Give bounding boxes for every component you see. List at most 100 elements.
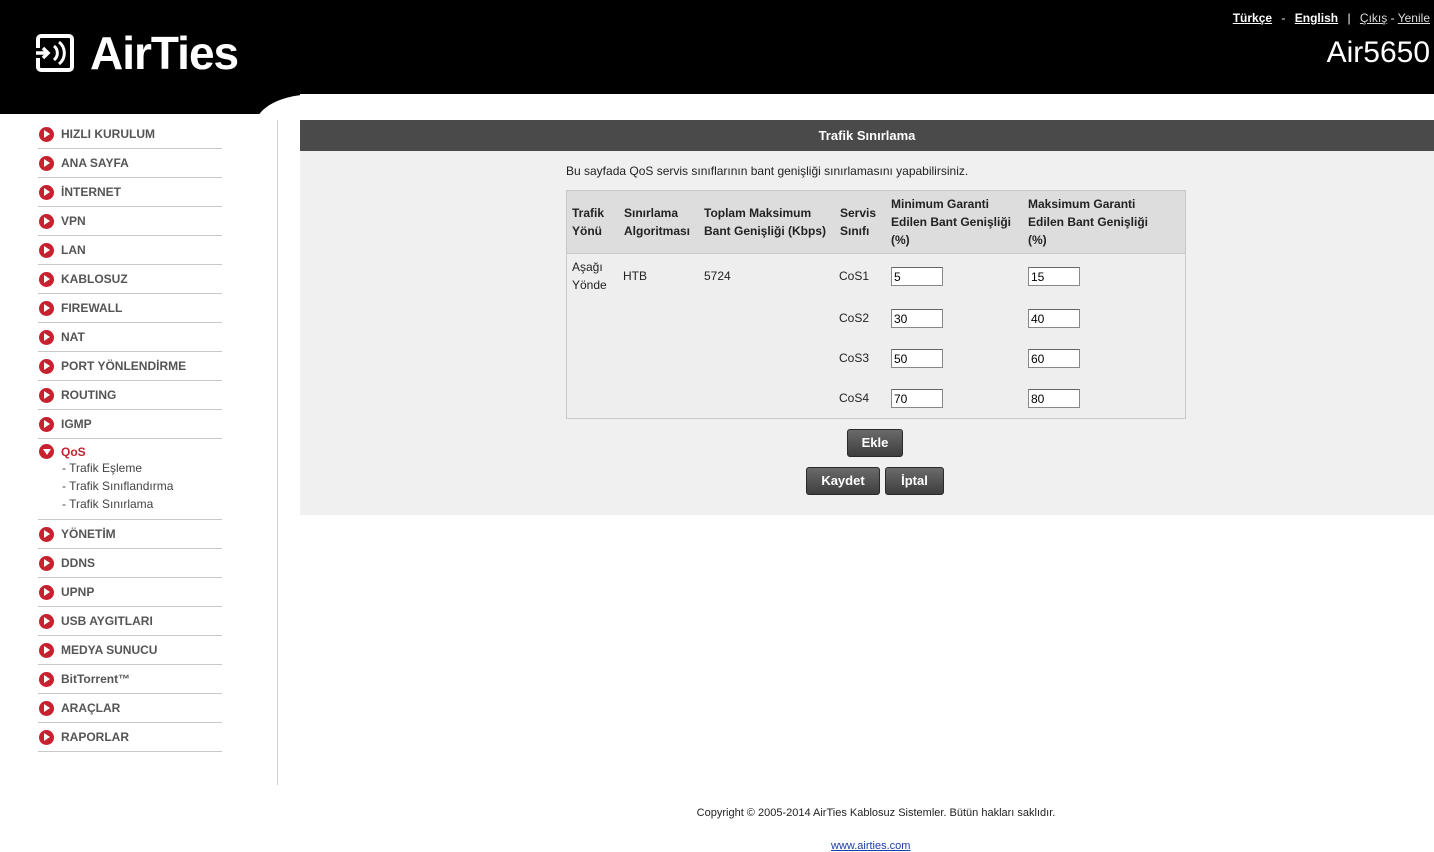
arrow-right-icon [39, 700, 54, 716]
sidebar-item-label: BitTorrent™ [61, 672, 131, 686]
sidebar-item-usb-aygitlari[interactable]: USB AYGITLARI [38, 607, 222, 636]
sidebar-item-label: RAPORLAR [61, 730, 129, 744]
column-header-max-guaranteed: Maksimum Garanti Edilen Bant Genişliği (%) [1028, 197, 1149, 247]
arrow-right-icon [39, 155, 54, 171]
qos-limit-table: Trafik Yönü Sınırlama Algoritması Toplam M… [566, 190, 1186, 419]
save-button[interactable]: Kaydet [806, 467, 880, 495]
sidebar-item-label: VPN [61, 214, 86, 228]
sidebar-item-araclar[interactable]: ARAÇLAR [38, 694, 222, 723]
cell-direction: Aşağı Yönde [572, 260, 607, 292]
sidebar-item-internet[interactable]: İNTERNET [38, 178, 222, 207]
arrow-right-icon [39, 387, 54, 403]
sidebar-item-label: ROUTING [61, 388, 117, 402]
page-description: Bu sayfada QoS servis sınıflarının bant … [566, 164, 969, 178]
main-panel: Trafik Sınırlama Bu sayfada QoS servis s… [300, 120, 1434, 515]
max-bandwidth-input-cos3[interactable] [1028, 349, 1080, 368]
arrow-down-icon [39, 444, 54, 459]
arrow-right-icon [39, 329, 54, 345]
sidebar-item-label: YÖNETİM [61, 527, 116, 541]
arrow-right-icon [39, 642, 54, 658]
separator: - [1390, 11, 1395, 25]
sidebar-item-hizli-kurulum[interactable]: HIZLI KURULUM [38, 120, 222, 149]
sidebar-item-ana-sayfa[interactable]: ANA SAYFA [38, 149, 222, 178]
airties-logo: AirTies [34, 27, 239, 79]
sidebar-item-label: QoS [61, 444, 86, 459]
sidebar-item-nat[interactable]: NAT [38, 323, 222, 352]
cell-algorithm: HTB [623, 269, 647, 283]
min-bandwidth-input-cos1[interactable] [891, 267, 943, 286]
sidebar-item-label: KABLOSUZ [61, 272, 128, 286]
max-bandwidth-input-cos2[interactable] [1028, 309, 1080, 328]
submenu-trafik-siniflandirma[interactable]: - Trafik Sınıflandırma [62, 477, 173, 495]
airties-website-link[interactable]: www.airties.com [831, 840, 910, 852]
arrow-right-icon [39, 242, 54, 258]
min-bandwidth-input-cos4[interactable] [891, 389, 943, 408]
arrow-right-icon [39, 184, 54, 200]
min-bandwidth-input-cos3[interactable] [891, 349, 943, 368]
sidebar-item-ddns[interactable]: DDNS [38, 549, 222, 578]
sidebar-item-label: ARAÇLAR [61, 701, 121, 715]
submenu-trafik-sinirlama[interactable]: - Trafik Sınırlama [62, 495, 153, 513]
sidebar-item-qos[interactable]: QoS - Trafik Eşleme - Trafik Sınıflandır… [38, 439, 222, 520]
column-header-total-bandwidth: Toplam Maksimum Bant Genişliği (Kbps) [704, 206, 827, 238]
sidebar-item-label: IGMP [61, 417, 92, 431]
airties-logo-icon [34, 34, 74, 72]
brand-name: AirTies [90, 27, 239, 79]
arrow-right-icon [39, 526, 54, 542]
column-header-direction: Trafik Yönü [572, 206, 605, 238]
arrow-right-icon [39, 671, 54, 687]
max-bandwidth-input-cos4[interactable] [1028, 389, 1080, 408]
cell-total-bandwidth: 5724 [704, 269, 731, 283]
submenu-trafik-esleme[interactable]: - Trafik Eşleme [62, 459, 142, 477]
sidebar-item-kablosuz[interactable]: KABLOSUZ [38, 265, 222, 294]
cell-service-class: CoS1 [839, 269, 870, 283]
sidebar-item-medya-sunucu[interactable]: MEDYA SUNUCU [38, 636, 222, 665]
arrow-right-icon [39, 416, 54, 432]
lang-english-link[interactable]: English [1295, 11, 1338, 25]
sidebar-item-upnp[interactable]: UPNP [38, 578, 222, 607]
sidebar-item-firewall[interactable]: FIREWALL [38, 294, 222, 323]
sidebar-item-vpn[interactable]: VPN [38, 207, 222, 236]
sidebar-item-label: FIREWALL [61, 301, 123, 315]
min-bandwidth-input-cos2[interactable] [891, 309, 943, 328]
sidebar-item-label: NAT [61, 330, 85, 344]
cell-service-class: CoS3 [839, 351, 870, 365]
sidebar-item-label: PORT YÖNLENDİRME [61, 359, 187, 373]
sidebar-item-routing[interactable]: ROUTING [38, 381, 222, 410]
max-bandwidth-input-cos1[interactable] [1028, 267, 1080, 286]
model-name: Air5650 [1326, 36, 1430, 69]
lang-turkish-link[interactable]: Türkçe [1233, 11, 1272, 25]
arrow-right-icon [39, 555, 54, 571]
sidebar-item-lan[interactable]: LAN [38, 236, 222, 265]
sidebar-nav: HIZLI KURULUM ANA SAYFA İNTERNET VPN LAN… [38, 120, 222, 752]
sidebar-item-label: MEDYA SUNUCU [61, 643, 158, 657]
logout-link[interactable]: Çıkış [1360, 11, 1387, 25]
sidebar-item-bittorrent[interactable]: BitTorrent™ [38, 665, 222, 694]
sidebar-item-label: DDNS [61, 556, 96, 570]
sidebar-item-label: LAN [61, 243, 86, 257]
sidebar-item-label: UPNP [61, 585, 95, 599]
arrow-right-icon [39, 300, 54, 316]
sidebar-item-port-yonlendirme[interactable]: PORT YÖNLENDİRME [38, 352, 222, 381]
sidebar-item-igmp[interactable]: IGMP [38, 410, 222, 439]
separator: | [1347, 11, 1351, 25]
sidebar-item-raporlar[interactable]: RAPORLAR [38, 723, 222, 752]
sidebar-item-label: İNTERNET [61, 185, 121, 199]
column-header-service-class: Servis Sınıfı [840, 206, 877, 238]
arrow-right-icon [39, 126, 54, 142]
page-title: Trafik Sınırlama [300, 120, 1434, 151]
arrow-right-icon [39, 358, 54, 374]
add-button[interactable]: Ekle [847, 429, 903, 457]
arrow-right-icon [39, 271, 54, 287]
arrow-right-icon [39, 613, 54, 629]
column-header-algorithm: Sınırlama Algoritması [624, 206, 691, 238]
sidebar-item-label: ANA SAYFA [61, 156, 129, 170]
header-curve [0, 94, 376, 134]
sidebar-item-yonetim[interactable]: YÖNETİM [38, 520, 222, 549]
arrow-right-icon [39, 729, 54, 745]
arrow-right-icon [39, 213, 54, 229]
refresh-link[interactable]: Yenile [1398, 11, 1430, 25]
cancel-button[interactable]: İptal [885, 467, 944, 495]
top-links: Türkçe - English | Çıkış - Yenile [1233, 11, 1430, 25]
sidebar-divider [277, 120, 278, 785]
